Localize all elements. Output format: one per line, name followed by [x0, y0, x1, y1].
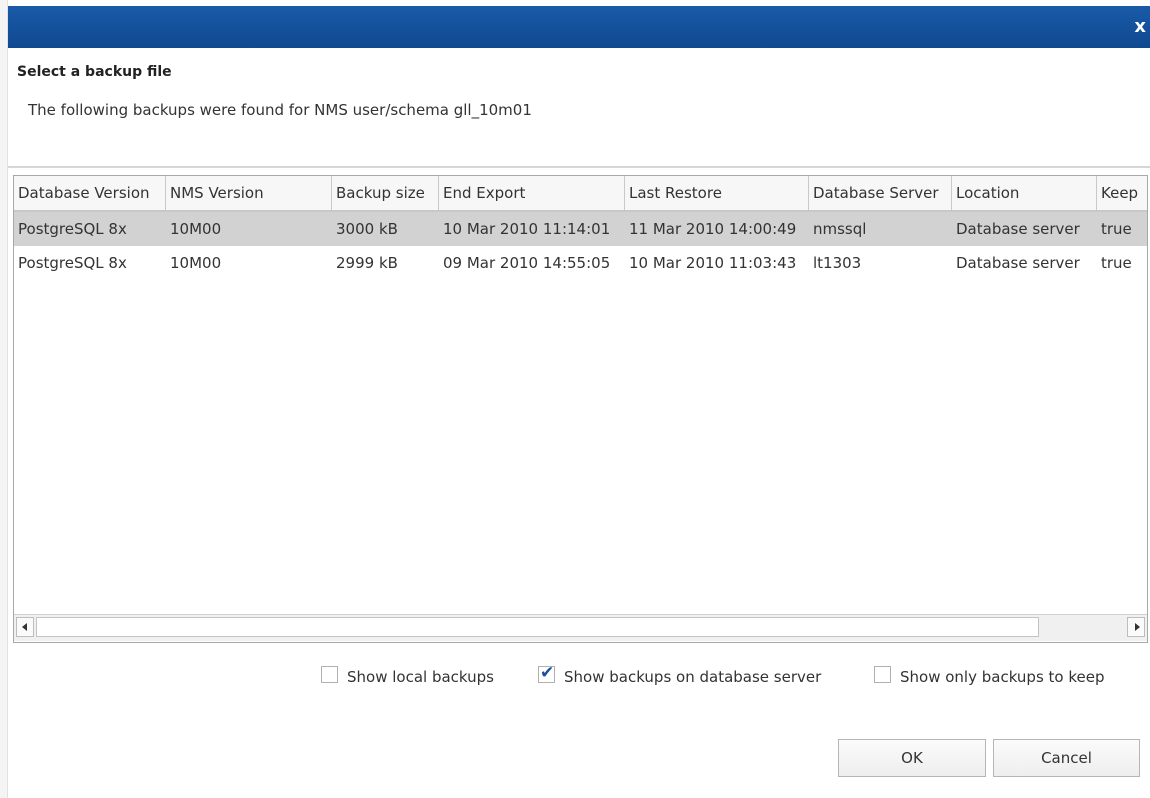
cell-keep: true: [1101, 220, 1132, 238]
cancel-button[interactable]: Cancel: [993, 739, 1140, 777]
window-edge: [0, 0, 8, 798]
dialog-heading: Select a backup file: [17, 64, 172, 80]
scroll-left-button[interactable]: [16, 617, 34, 637]
cell-last-restore: 11 Mar 2010 14:00:49: [629, 220, 797, 238]
show-keep-only-label: Show only backups to keep: [900, 668, 1105, 686]
cell-database-version: PostgreSQL 8x: [18, 254, 127, 272]
separator: [8, 166, 1150, 168]
cell-database-version: PostgreSQL 8x: [18, 220, 127, 238]
column-header-database-server[interactable]: Database Server: [809, 176, 952, 210]
cell-backup-size: 2999 kB: [336, 254, 398, 272]
column-header-nms-version[interactable]: NMS Version: [166, 176, 332, 210]
backup-table: Database Version NMS Version Backup size…: [13, 175, 1148, 643]
column-header-last-restore[interactable]: Last Restore: [625, 176, 809, 210]
close-icon[interactable]: x: [1134, 18, 1146, 36]
cell-database-server: nmssql: [813, 220, 867, 238]
cell-backup-size: 3000 kB: [336, 220, 398, 238]
show-db-server-backups-checkbox[interactable]: ✔: [538, 663, 555, 683]
cell-end-export: 10 Mar 2010 11:14:01: [443, 220, 611, 238]
scrollbar-thumb[interactable]: [36, 617, 1039, 637]
show-local-backups-label: Show local backups: [347, 668, 494, 686]
cell-nms-version: 10M00: [170, 220, 222, 238]
scroll-right-button[interactable]: [1127, 617, 1145, 637]
show-local-backups-checkbox[interactable]: [321, 666, 338, 683]
column-header-database-version[interactable]: Database Version: [14, 176, 166, 210]
title-bar: x: [8, 6, 1150, 48]
dialog-subtitle: The following backups were found for NMS…: [28, 101, 532, 119]
scroll-left-icon: [22, 623, 27, 631]
table-row[interactable]: PostgreSQL 8x 10M00 2999 kB 09 Mar 2010 …: [14, 246, 1147, 280]
horizontal-scrollbar[interactable]: [14, 614, 1147, 641]
show-keep-only-checkbox[interactable]: [874, 666, 891, 683]
cell-keep: true: [1101, 254, 1132, 272]
cell-last-restore: 10 Mar 2010 11:03:43: [629, 254, 797, 272]
show-db-server-backups-label: Show backups on database server: [564, 668, 822, 686]
column-header-location[interactable]: Location: [952, 176, 1097, 210]
cell-end-export: 09 Mar 2010 14:55:05: [443, 254, 611, 272]
table-header: Database Version NMS Version Backup size…: [14, 176, 1147, 212]
scroll-right-icon: [1135, 623, 1140, 631]
cell-database-server: lt1303: [813, 254, 862, 272]
cell-nms-version: 10M00: [170, 254, 222, 272]
column-header-keep[interactable]: Keep: [1097, 176, 1147, 210]
backup-dialog: x Select a backup file The following bac…: [0, 0, 1150, 798]
cell-location: Database server: [956, 220, 1080, 238]
ok-button[interactable]: OK: [838, 739, 986, 777]
checkmark-icon: ✔: [540, 663, 555, 683]
table-row[interactable]: PostgreSQL 8x 10M00 3000 kB 10 Mar 2010 …: [14, 212, 1147, 246]
cell-location: Database server: [956, 254, 1080, 272]
column-header-backup-size[interactable]: Backup size: [332, 176, 439, 210]
column-header-end-export[interactable]: End Export: [439, 176, 625, 210]
